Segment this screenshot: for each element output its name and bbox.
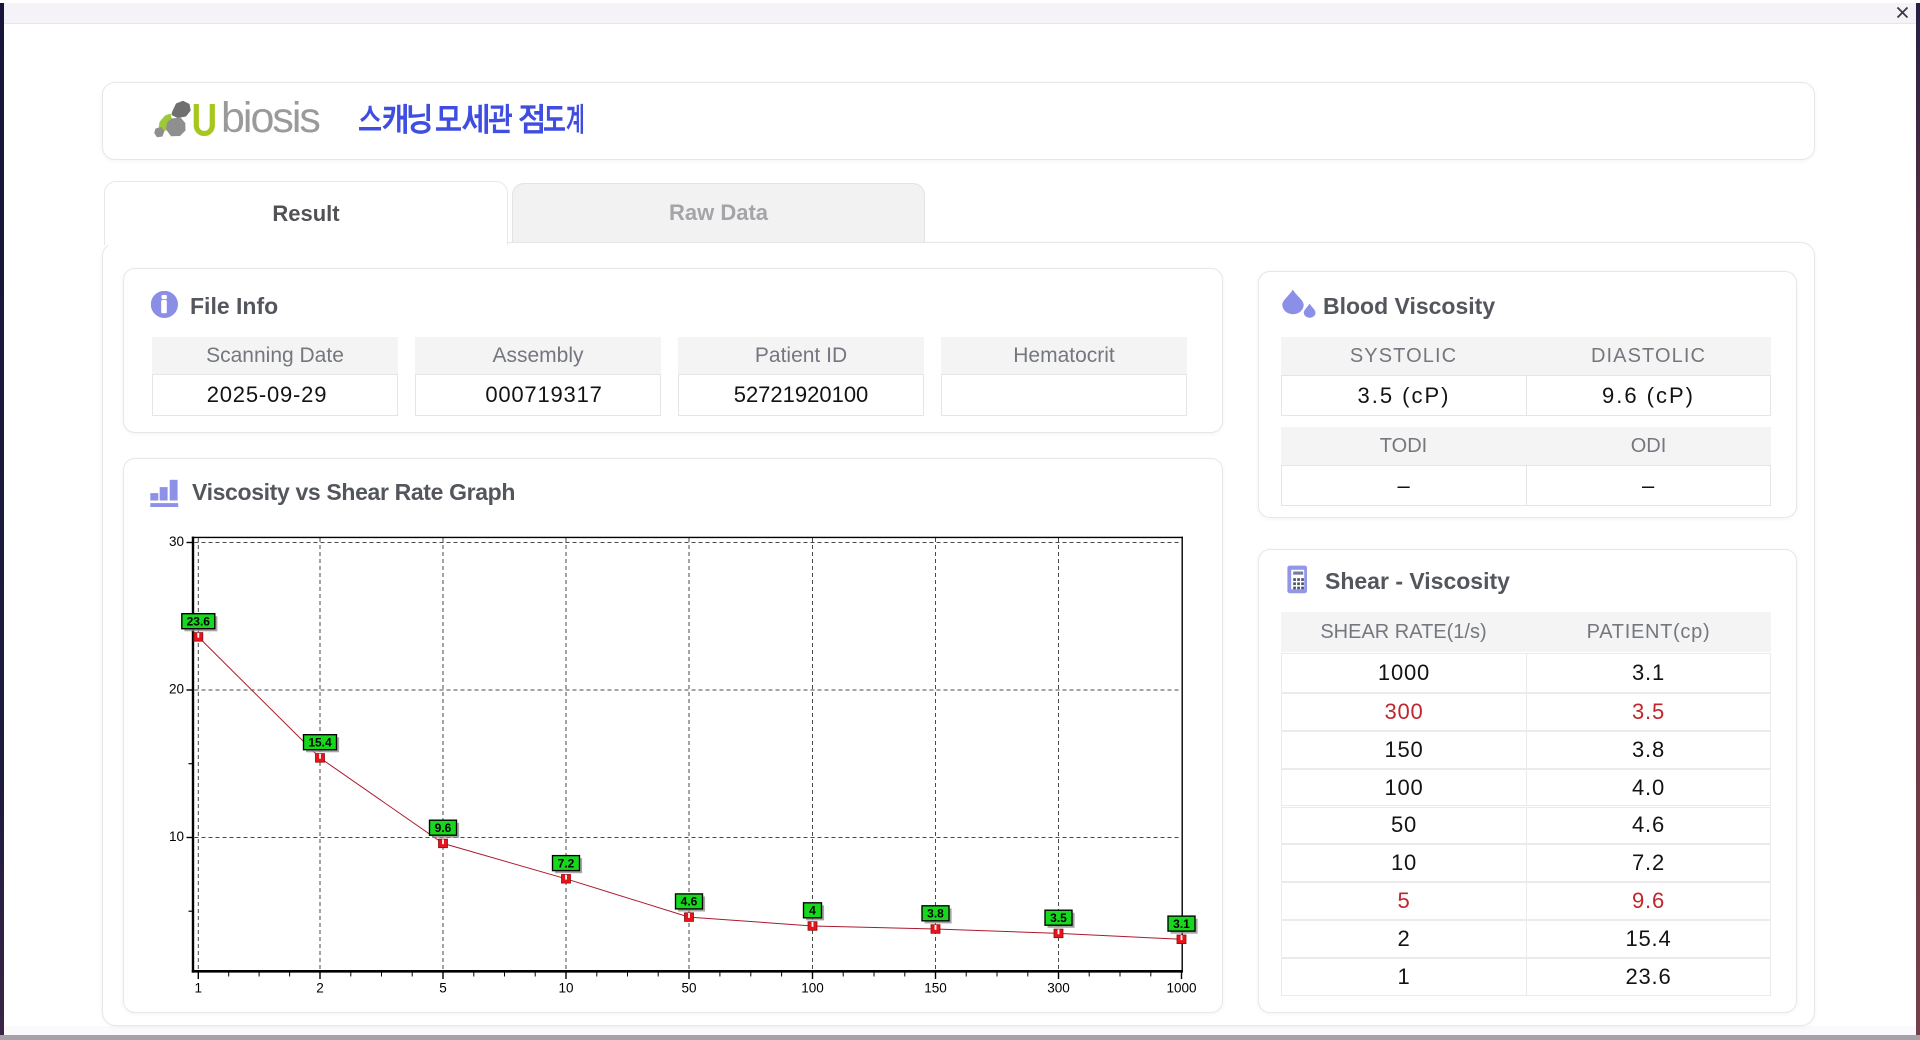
svg-text:4.6: 4.6 bbox=[681, 895, 698, 909]
svg-text:30: 30 bbox=[169, 534, 184, 549]
svg-text:10: 10 bbox=[558, 980, 573, 995]
svg-text:2: 2 bbox=[316, 980, 324, 995]
svg-text:300: 300 bbox=[1047, 980, 1070, 995]
svg-text:7.2: 7.2 bbox=[558, 856, 575, 870]
svg-text:100: 100 bbox=[801, 980, 824, 995]
svg-text:1: 1 bbox=[195, 980, 203, 995]
svg-text:15.4: 15.4 bbox=[308, 736, 332, 750]
svg-text:50: 50 bbox=[681, 980, 696, 995]
svg-text:1000: 1000 bbox=[1166, 980, 1196, 995]
svg-text:20: 20 bbox=[169, 681, 184, 696]
svg-text:4: 4 bbox=[809, 904, 816, 918]
svg-text:3.5: 3.5 bbox=[1050, 911, 1067, 925]
svg-text:5: 5 bbox=[439, 980, 447, 995]
svg-text:3.1: 3.1 bbox=[1173, 917, 1190, 931]
svg-text:150: 150 bbox=[924, 980, 947, 995]
svg-text:23.6: 23.6 bbox=[187, 615, 211, 629]
svg-text:3.8: 3.8 bbox=[927, 907, 944, 921]
svg-text:10: 10 bbox=[169, 829, 184, 844]
svg-text:9.6: 9.6 bbox=[435, 821, 452, 835]
